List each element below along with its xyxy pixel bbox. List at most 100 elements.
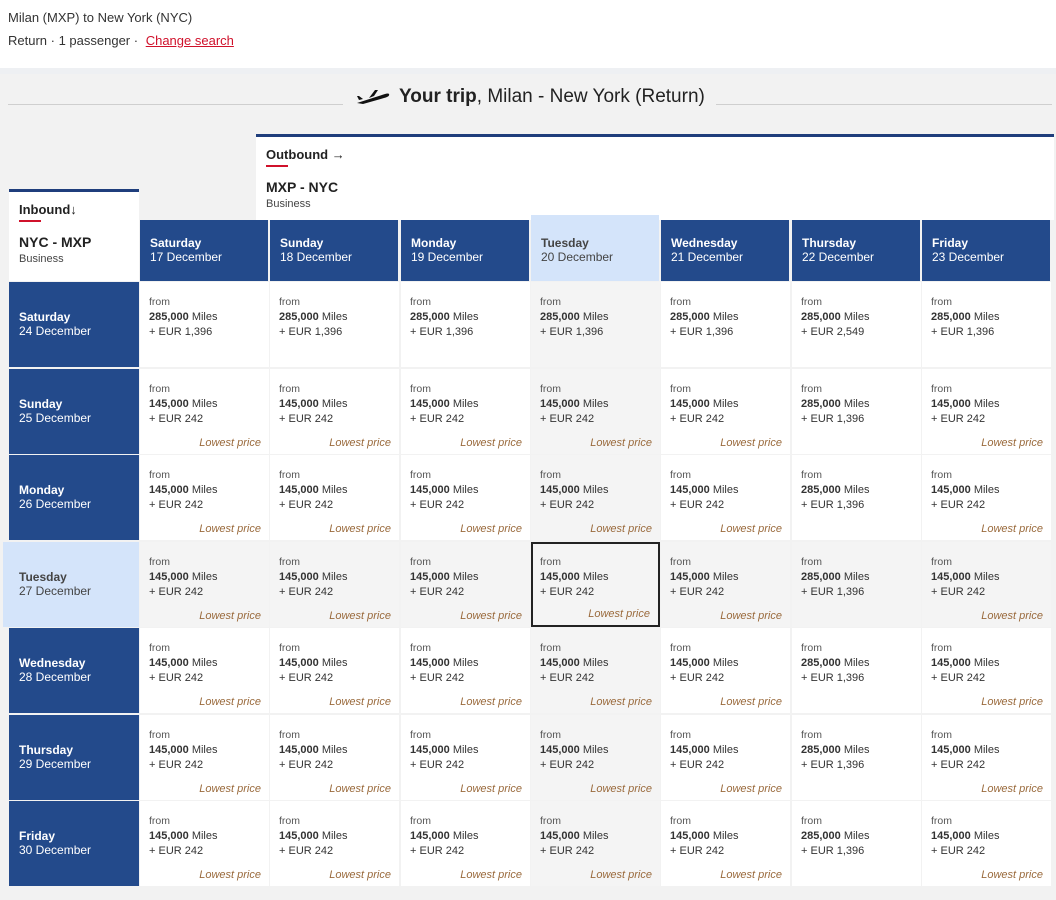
fare-cell[interactable]: from 145,000 Miles + EUR 242 Lowest price [661,715,790,800]
outbound-date-5[interactable]: Thursday 22 December [792,220,920,281]
lowest-price-label: Lowest price [460,696,522,708]
fare-cell[interactable]: from 145,000 Miles + EUR 242 Lowest price [270,369,399,454]
fare-cell[interactable]: from 145,000 Miles + EUR 242 Lowest price [661,369,790,454]
fare-cell[interactable]: from 145,000 Miles + EUR 242 Lowest price [531,628,660,713]
fare-cell[interactable]: from 285,000 Miles + EUR 2,549 [792,282,921,367]
trip-title: Your trip , Milan - New York (Return) [355,86,705,108]
outbound-date-3[interactable]: Tuesday 20 December [531,215,659,281]
inbound-date-2[interactable]: Monday 26 December [9,455,139,540]
fare-cell[interactable]: from 285,000 Miles + EUR 1,396 [270,282,399,367]
miles-unit: Miles [712,657,739,669]
fare-cell[interactable]: from 285,000 Miles + EUR 1,396 [140,282,269,367]
fare-cell[interactable]: from 145,000 Miles + EUR 242 Lowest price [401,455,530,540]
lowest-price-label: Lowest price [981,437,1043,449]
miles-unit: Miles [843,398,870,410]
outbound-date-6[interactable]: Friday 23 December [922,220,1050,281]
outbound-date-0[interactable]: Saturday 17 December [140,220,268,281]
miles-price: 145,000 Miles [149,656,269,671]
fare-cell[interactable]: from 145,000 Miles + EUR 242 Lowest price [531,369,660,454]
fare-cell[interactable]: from 145,000 Miles + EUR 242 Lowest price [140,628,269,713]
change-search-link[interactable]: Change search [146,33,234,48]
fare-cell[interactable]: from 285,000 Miles + EUR 1,396 [401,282,530,367]
inbound-date: 26 December [19,497,92,511]
fare-cell[interactable]: from 145,000 Miles + EUR 242 Lowest price [140,801,269,886]
outbound-underline [266,165,288,167]
outbound-date-1[interactable]: Sunday 18 December [270,220,398,281]
fare-cell[interactable]: from 285,000 Miles + EUR 1,396 [531,282,660,367]
fare-cell[interactable]: from 285,000 Miles + EUR 1,396 [922,282,1051,367]
fare-cell[interactable]: from 145,000 Miles + EUR 242 Lowest price [922,628,1051,713]
fare-cell[interactable]: from 145,000 Miles + EUR 242 Lowest price [401,715,530,800]
inbound-date-6[interactable]: Friday 30 December [9,801,139,886]
miles-unit: Miles [843,657,870,669]
miles-unit: Miles [321,484,348,496]
fare-cell[interactable]: from 145,000 Miles + EUR 242 Lowest price [140,369,269,454]
inbound-day: Saturday [19,310,71,324]
fare-cell[interactable]: from 145,000 Miles + EUR 242 Lowest price [922,542,1051,627]
fare-cell[interactable]: from 285,000 Miles + EUR 1,396 [661,282,790,367]
miles-price: 285,000 Miles [801,483,921,498]
fare-cell[interactable]: from 145,000 Miles + EUR 242 Lowest price [270,628,399,713]
miles-amount: 285,000 [801,571,841,583]
inbound-date-4[interactable]: Wednesday 28 December [9,628,139,713]
fare-cell[interactable]: from 145,000 Miles + EUR 242 Lowest price [661,628,790,713]
lowest-price-label: Lowest price [720,610,782,622]
fare-cell[interactable]: from 285,000 Miles + EUR 1,396 [792,628,921,713]
from-label: from [801,642,822,654]
miles-price: 285,000 Miles [279,310,399,325]
outbound-date: 23 December [932,250,1005,264]
miles-amount: 145,000 [931,398,971,410]
fare-cell[interactable]: from 145,000 Miles + EUR 242 Lowest price [140,542,269,627]
fare-cell[interactable]: from 145,000 Miles + EUR 242 Lowest price [401,801,530,886]
fare-cell[interactable]: from 285,000 Miles + EUR 1,396 [792,542,921,627]
fare-cell[interactable]: from 285,000 Miles + EUR 1,396 [792,715,921,800]
fare-cell[interactable]: from 145,000 Miles + EUR 242 Lowest price [401,628,530,713]
fare-cell[interactable]: from 145,000 Miles + EUR 242 Lowest price [531,455,660,540]
fare-cell[interactable]: from 145,000 Miles + EUR 242 Lowest price [140,455,269,540]
inbound-date-1[interactable]: Sunday 25 December [9,369,139,454]
miles-amount: 285,000 [149,311,189,323]
fare-cell[interactable]: from 145,000 Miles + EUR 242 Lowest price [922,715,1051,800]
eur-surcharge: + EUR 1,396 [801,413,865,425]
outbound-day: Friday [932,236,969,250]
fare-cell[interactable]: from 145,000 Miles + EUR 242 Lowest price [270,455,399,540]
fare-cell[interactable]: from 145,000 Miles + EUR 242 Lowest price [531,801,660,886]
fare-cell[interactable]: from 145,000 Miles + EUR 242 Lowest price [661,801,790,886]
outbound-date-2[interactable]: Monday 19 December [401,220,529,281]
fare-cell[interactable]: from 285,000 Miles + EUR 1,396 [792,369,921,454]
from-label: from [149,469,170,481]
fare-cell[interactable]: from 145,000 Miles + EUR 242 Lowest price [270,715,399,800]
fare-cell[interactable]: from 145,000 Miles + EUR 242 Lowest price [922,455,1051,540]
fare-cell[interactable]: from 285,000 Miles + EUR 1,396 [792,455,921,540]
inbound-date-0[interactable]: Saturday 24 December [9,282,139,367]
inbound-date-5[interactable]: Thursday 29 December [9,715,139,800]
fare-cell[interactable]: from 145,000 Miles + EUR 242 Lowest price [270,801,399,886]
miles-amount: 145,000 [149,571,189,583]
outbound-date-4[interactable]: Wednesday 21 December [661,220,789,281]
fare-cell[interactable]: from 145,000 Miles + EUR 242 Lowest price [661,542,790,627]
fare-cell[interactable]: from 145,000 Miles + EUR 242 Lowest price [270,542,399,627]
miles-price: 285,000 Miles [540,310,660,325]
from-label: from [931,469,952,481]
from-label: from [931,729,952,741]
fare-cell[interactable]: from 145,000 Miles + EUR 242 Lowest price [140,715,269,800]
eur-surcharge: + EUR 242 [540,672,595,684]
outbound-date: 20 December [541,250,614,264]
miles-amount: 145,000 [410,744,450,756]
fare-cell[interactable]: from 145,000 Miles + EUR 242 Lowest price [401,542,530,627]
fare-cell[interactable]: from 145,000 Miles + EUR 242 Lowest price [401,369,530,454]
outbound-route: MXP - NYC [266,179,339,195]
from-label: from [149,296,170,308]
miles-unit: Miles [973,571,1000,583]
miles-unit: Miles [452,484,479,496]
eur-surcharge: + EUR 242 [540,586,595,598]
fare-cell[interactable]: from 145,000 Miles + EUR 242 Lowest price [922,369,1051,454]
inbound-date-3[interactable]: Tuesday 27 December [3,542,139,627]
fare-cell[interactable]: from 145,000 Miles + EUR 242 Lowest price [922,801,1051,886]
fare-cell[interactable]: from 285,000 Miles + EUR 1,396 [792,801,921,886]
fare-cell[interactable]: from 145,000 Miles + EUR 242 Lowest price [531,542,660,627]
miles-price: 145,000 Miles [931,483,1051,498]
miles-amount: 285,000 [801,311,841,323]
fare-cell[interactable]: from 145,000 Miles + EUR 242 Lowest price [661,455,790,540]
fare-cell[interactable]: from 145,000 Miles + EUR 242 Lowest price [531,715,660,800]
